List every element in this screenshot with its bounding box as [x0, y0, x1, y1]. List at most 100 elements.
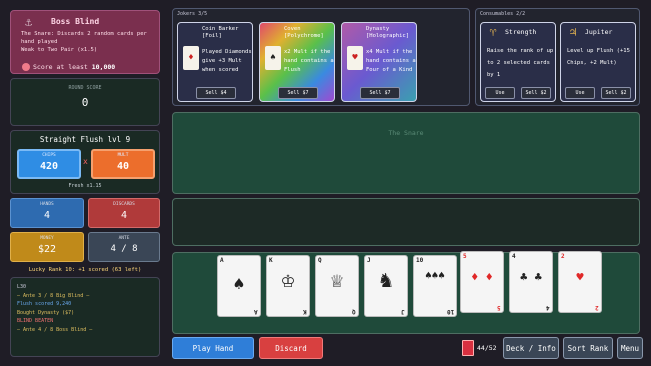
money-stat: MONEY $22 [10, 232, 84, 262]
joker-desc: x2 Mult if the hand contains a Flush [284, 49, 334, 73]
card-rank: 5 [497, 304, 501, 311]
event-log[interactable]: L30 — Ante 3 / 8 Big Blind — Flush score… [10, 277, 160, 357]
playing-card[interactable]: Q ♕ Q [315, 255, 359, 317]
consumable-card[interactable]: ♈ Strength Raise the rank of up to 2 sel… [480, 22, 556, 102]
card-rank: Q [318, 257, 322, 264]
joker-card[interactable]: ♠ Coven [Polychrome] x2 Mult if the hand… [259, 22, 335, 102]
card-rank: 4 [546, 304, 550, 311]
king-icon: ♔ [281, 268, 295, 293]
playing-card[interactable]: 10 ♠♠♠ 10 [413, 255, 457, 317]
card-rank: 4 [512, 253, 516, 260]
menu-button[interactable]: Menu [617, 337, 643, 359]
money-value: $22 [37, 244, 57, 255]
consumable-desc: Raise the rank of up to 2 selected cards… [487, 48, 554, 78]
hands-label: HANDS [40, 202, 54, 207]
chips-label: CHIPS [42, 153, 56, 158]
use-button[interactable]: Use [565, 87, 595, 99]
lucky-rank-text: Lucky Rank 10: +1 scored (63 left) [28, 267, 142, 273]
joker-art-icon: ♥ [347, 46, 363, 70]
diamond-icon: ♦ ♦ [471, 270, 493, 284]
times-sign: x [83, 157, 88, 166]
consumables-panel: Consumables 2/2 ♈ Strength Raise the ran… [475, 8, 640, 106]
playing-card[interactable]: 4 ♣ ♣ 4 [509, 251, 553, 313]
round-score-value: 0 [81, 96, 89, 109]
ante-stat: ANTE 4 / 8 [88, 232, 160, 262]
chip-icon [22, 63, 30, 71]
joker-name: Coven [Polychrome] [284, 26, 324, 39]
log-line: — Ante 3 / 8 Big Blind — [17, 292, 90, 299]
discard-button[interactable]: Discard [259, 337, 323, 359]
spade-icon: ♠ [233, 274, 245, 295]
joker-desc: Played Diamonds give +3 Mult when scored [202, 49, 252, 73]
consumable-desc: Level up Flush (+15 Chips, +2 Mult) [567, 48, 630, 66]
sell-button[interactable]: Sell $2 [521, 87, 551, 99]
boss-description: The Snare: Discards 2 random cards per h… [21, 31, 147, 53]
log-line: — Ante 4 / 8 Boss Blind — [17, 326, 93, 333]
chips-box: CHIPS 420 [17, 149, 81, 179]
hand-info-panel: Straight Flush lvl 9 CHIPS 420 x MULT 40… [10, 130, 160, 194]
joker-art-icon: ♠ [265, 46, 281, 70]
joker-card[interactable]: ♥ Dynasty [Holographic] x4 Mult if the h… [341, 22, 417, 102]
sell-button[interactable]: Sell $4 [196, 87, 236, 99]
ante-value: 4 / 8 [110, 244, 138, 254]
card-rank: Q [352, 308, 356, 315]
discards-label: DISCARDS [113, 202, 135, 207]
card-rank: 10 [416, 257, 424, 264]
sell-button[interactable]: Sell $2 [601, 87, 631, 99]
boss-blind-panel: ⚓ Boss Blind The Snare: Discards 2 rando… [10, 10, 160, 74]
played-cards-area [172, 198, 640, 246]
round-score-panel: ROUND SCORE 0 [10, 78, 160, 126]
jokers-panel: Jokers 3/5 ♦ Coin Barker [Foil] Played D… [172, 8, 470, 106]
jokers-header: Jokers 3/5 [177, 11, 208, 17]
playing-card[interactable]: 5 ♦ ♦ 5 [460, 251, 504, 313]
consumables-header: Consumables 2/2 [480, 11, 526, 17]
log-line: Flush scored 9,240 [17, 301, 72, 307]
ante-label: ANTE [118, 236, 130, 241]
chips-value: 420 [39, 161, 59, 172]
playing-card[interactable]: J ♞ J [364, 255, 408, 317]
hook-icon: ⚓ [25, 15, 33, 29]
planet-icon: ♃ [569, 26, 577, 39]
play-hand-button[interactable]: Play Hand [172, 337, 254, 359]
sell-button[interactable]: Sell $7 [360, 87, 400, 99]
mult-box: MULT 40 [91, 149, 155, 179]
hand-name: Straight Flush lvl 9 [39, 135, 131, 144]
deck-info-button[interactable]: Deck / Info [503, 337, 559, 359]
joker-desc: x4 Mult if the hand contains a Four of a… [366, 49, 416, 73]
card-rank: J [367, 257, 371, 264]
joker-name: Dynasty [Holographic] [366, 26, 410, 39]
log-line: BLIND BEATEN [17, 318, 54, 324]
hands-value: 4 [43, 210, 51, 221]
joker-card[interactable]: ♦ Coin Barker [Foil] Played Diamonds giv… [177, 22, 253, 102]
card-rank: A [254, 308, 258, 315]
fresh-bonus: Fresh x1.15 [68, 183, 102, 189]
card-rank: J [401, 308, 405, 315]
use-button[interactable]: Use [485, 87, 515, 99]
blind-name-watermark: The Snare [388, 129, 424, 137]
playing-card[interactable]: 2 ♥ 2 [558, 251, 602, 313]
card-rank: 10 [446, 308, 454, 315]
joker-name: Coin Barker [Foil] [202, 26, 239, 39]
club-icon: ♣ ♣ [520, 270, 542, 284]
tarot-icon: ♈ [489, 26, 497, 39]
mult-label: MULT [117, 153, 129, 158]
playing-card[interactable]: K ♔ K [266, 255, 310, 317]
money-label: MONEY [40, 236, 54, 241]
consumable-card[interactable]: ♃ Jupiter Level up Flush (+15 Chips, +2 … [560, 22, 636, 102]
playing-card[interactable]: A ♠ A [217, 255, 261, 317]
hands-stat: HANDS 4 [10, 198, 84, 228]
discards-stat: DISCARDS 4 [88, 198, 160, 228]
consumable-name: Strength [505, 28, 537, 36]
card-rank: 2 [561, 253, 565, 260]
sell-button[interactable]: Sell $7 [278, 87, 318, 99]
joker-art-icon: ♦ [183, 46, 199, 70]
sort-rank-button[interactable]: Sort Rank [563, 337, 613, 359]
card-rank: 2 [595, 304, 599, 311]
spade-icon: ♠♠♠ [425, 269, 445, 282]
consumable-name: Jupiter [585, 28, 613, 36]
boss-title: Boss Blind [51, 17, 100, 26]
deck-icon [462, 340, 474, 356]
card-rank: K [303, 308, 307, 315]
log-line: L30 [17, 284, 27, 290]
mult-value: 40 [116, 161, 130, 172]
